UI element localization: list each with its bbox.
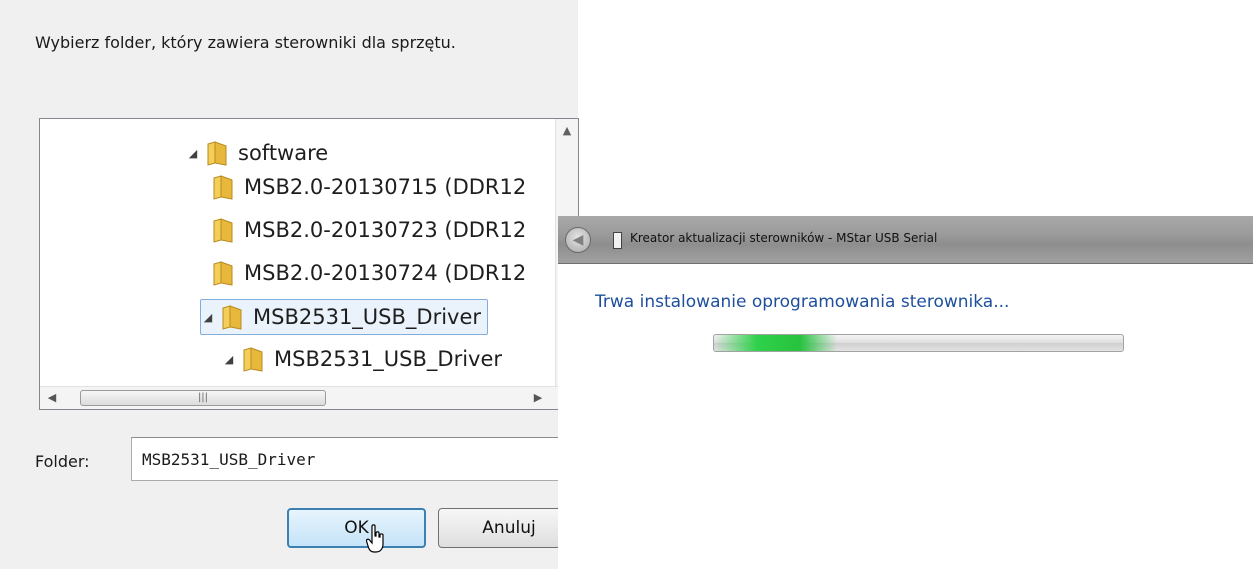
install-status-heading: Trwa instalowanie oprogramowania sterown… <box>595 292 1010 312</box>
ok-button[interactable]: OK <box>287 508 426 548</box>
folder-icon <box>207 141 227 166</box>
expanded-triangle-icon[interactable]: ◢ <box>222 353 236 366</box>
tree-item-label: MSB2531_USB_Driver <box>274 347 503 371</box>
tree-item-software[interactable]: ◢ software <box>186 136 328 170</box>
folder-input[interactable] <box>131 437 578 481</box>
tree-item-folder[interactable]: MSB2.0-20130723 (DDR12 <box>206 213 526 247</box>
hand-cursor-icon <box>366 524 384 553</box>
folder-label: Folder: <box>35 452 90 471</box>
scroll-up-arrow-icon[interactable]: ▲ <box>556 121 578 141</box>
instruction-text: Wybierz folder, który zawiera sterowniki… <box>35 33 456 52</box>
device-icon <box>613 232 622 249</box>
tree-item-label: software <box>238 141 329 165</box>
progress-fill <box>714 335 837 351</box>
tree-item-label: MSB2531_USB_Driver <box>253 305 482 329</box>
expanded-triangle-icon[interactable]: ◢ <box>186 147 200 160</box>
folder-icon <box>222 305 242 330</box>
folder-tree[interactable]: ◢ software MSB2.0-20130715 (DDR12 MSB2.0… <box>39 118 579 410</box>
expanded-triangle-icon[interactable]: ◢ <box>201 311 215 324</box>
horizontal-scrollbar[interactable]: ◀ ||| ▶ <box>40 386 558 409</box>
back-arrow-icon[interactable]: ◀ <box>565 227 591 253</box>
folder-icon <box>213 218 233 243</box>
wizard-title: Kreator aktualizacji sterowników - MStar… <box>630 231 938 245</box>
tree-item-folder[interactable]: ◢ MSB2531_USB_Driver <box>222 342 502 376</box>
tree-item-label: MSB2.0-20130723 (DDR12 <box>244 218 527 242</box>
wizard-titlebar: ◀ Kreator aktualizacji sterowników - MSt… <box>558 216 1253 264</box>
folder-icon <box>243 347 263 372</box>
folder-icon <box>213 175 233 200</box>
tree-item-folder[interactable]: MSB2.0-20130724 (DDR12 <box>206 256 526 290</box>
tree-item-label: MSB2.0-20130715 (DDR12 <box>244 175 527 199</box>
horizontal-scroll-thumb[interactable]: ||| <box>80 390 326 406</box>
tree-item-folder[interactable]: MSB2.0-20130715 (DDR12 <box>206 170 526 204</box>
tree-item-selected-folder[interactable]: ◢ MSB2531_USB_Driver <box>200 299 489 335</box>
progress-bar <box>713 334 1124 352</box>
driver-update-wizard: ◀ Kreator aktualizacji sterowników - MSt… <box>558 216 1253 569</box>
folder-icon <box>213 261 233 286</box>
scroll-left-arrow-icon[interactable]: ◀ <box>42 387 62 409</box>
tree-item-label: MSB2.0-20130724 (DDR12 <box>244 261 527 285</box>
scroll-right-arrow-icon[interactable]: ▶ <box>528 387 548 409</box>
browse-folder-dialog: Wybierz folder, który zawiera sterowniki… <box>0 0 580 569</box>
